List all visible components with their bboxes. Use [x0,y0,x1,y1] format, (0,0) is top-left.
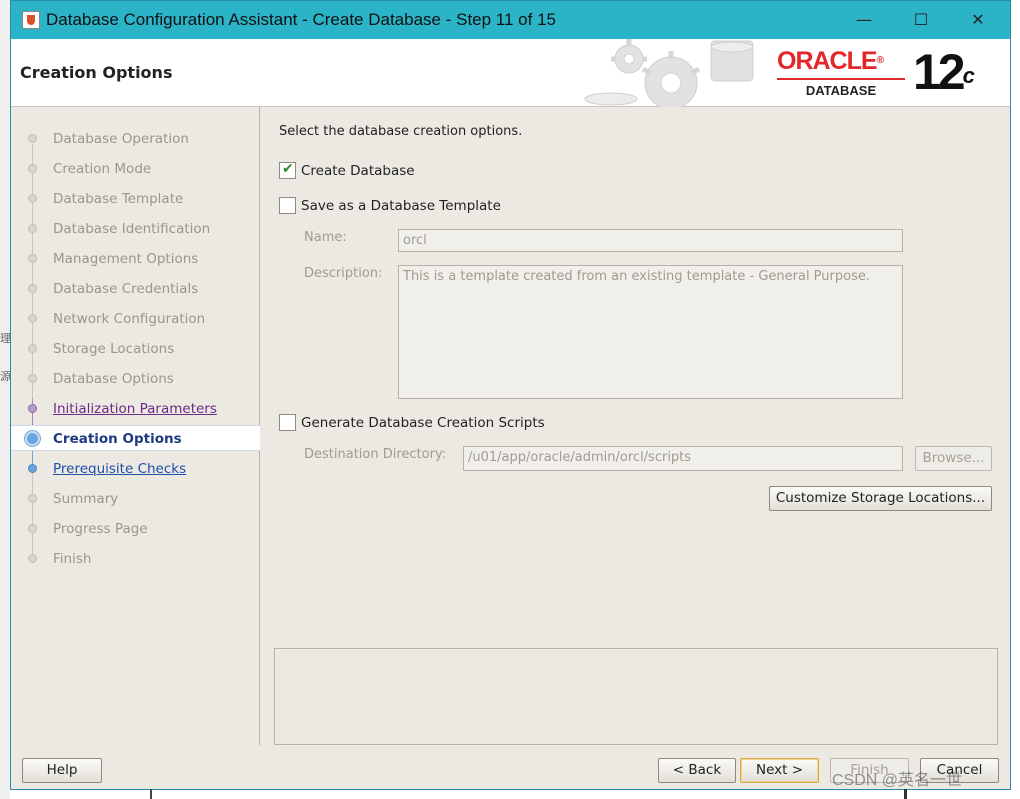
destination-directory-label: Destination Directory: [304,447,447,462]
checkbox-box[interactable]: ✔ [279,161,296,179]
step-bullet-icon [28,314,37,323]
background-window-edge [150,789,910,799]
generate-scripts-checkbox[interactable]: Generate Database Creation Scripts [279,414,579,434]
step-label: Prerequisite Checks [53,461,187,477]
step-label: Finish [53,551,92,567]
step-label: Creation Options [53,431,182,447]
customize-storage-locations-button[interactable]: Customize Storage Locations... [769,486,992,511]
step-bullet-icon [28,464,37,473]
checkbox-label: Create Database [301,163,415,179]
name-label: Name: [304,230,347,245]
registered-mark: ® [876,55,884,66]
description-label: Description: [304,266,383,281]
title-bar[interactable]: Database Configuration Assistant - Creat… [11,1,1010,39]
desktop-fragment: 理 [0,332,10,345]
step-label: Storage Locations [53,341,175,357]
step-bullet-icon [28,554,37,563]
step-label: Summary [53,491,119,507]
oracle-wordmark: ORACLE [777,47,878,75]
page-header: Creation Options ORACLE® DATABASE 12c [11,39,1010,107]
step-label: Progress Page [53,521,148,537]
version-suffix: c [962,63,975,88]
content-panel: Select the database creation options. ✔ … [261,107,1010,745]
desktop-background [0,0,10,799]
template-name-field[interactable]: orcl [398,229,903,252]
csdn-watermark: CSDN @英名一世 [832,772,963,789]
instruction-text: Select the database creation options. [279,124,523,139]
help-button[interactable]: Help [22,758,102,783]
browse-button[interactable]: Browse... [915,446,992,471]
template-description-textarea[interactable]: This is a template created from an exist… [398,265,903,399]
step-storage-locations: Storage Locations [11,336,260,362]
oracle-logo: ORACLE® DATABASE [777,47,905,98]
step-creation-mode: Creation Mode [11,156,260,182]
java-app-icon [22,11,40,29]
step-bullet-icon [28,494,37,503]
step-label: Database Identification [53,221,211,237]
checkbox-box[interactable] [279,414,296,431]
checkbox-label: Save as a Database Template [301,198,501,214]
oracle-version: 12c [913,43,975,101]
step-label: Initialization Parameters [53,401,217,417]
page-title: Creation Options [20,63,173,82]
step-finish: Finish [11,546,260,572]
step-initialization-parameters[interactable]: Initialization Parameters [11,396,260,422]
checkbox-label: Generate Database Creation Scripts [301,415,545,431]
minimize-button[interactable]: — [841,7,887,33]
step-label: Management Options [53,251,199,267]
step-bullet-icon [28,404,37,413]
step-bullet-icon [28,164,37,173]
step-summary: Summary [11,486,260,512]
step-label: Database Options [53,371,174,387]
maximize-button[interactable]: ☐ [898,7,944,33]
step-bullet-icon [28,374,37,383]
step-label: Database Operation [53,131,189,147]
step-label: Network Configuration [53,311,206,327]
destination-directory-field[interactable]: /u01/app/oracle/admin/orcl/scripts [463,446,903,471]
step-bullet-icon [28,344,37,353]
step-database-credentials: Database Credentials [11,276,260,302]
step-bullet-icon [28,284,37,293]
step-bullet-icon [28,134,37,143]
step-bullet-icon [28,524,37,533]
step-database-identification: Database Identification [11,216,260,242]
step-label: Creation Mode [53,161,152,177]
step-prerequisite-checks[interactable]: Prerequisite Checks [11,456,260,482]
close-button[interactable]: ✕ [955,7,1001,33]
step-database-operation: Database Operation [11,126,260,152]
step-bullet-icon [28,254,37,263]
gears-graphic-icon [584,39,754,107]
step-progress-page: Progress Page [11,516,260,542]
desktop-fragment: 源 [0,370,10,383]
back-button[interactable]: < Back [658,758,736,783]
step-database-options: Database Options [11,366,260,392]
window-title: Database Configuration Assistant - Creat… [46,10,556,29]
dbca-window: Database Configuration Assistant - Creat… [10,0,1011,790]
step-bullet-icon [28,194,37,203]
save-template-checkbox[interactable]: Save as a Database Template [279,197,539,217]
step-management-options: Management Options [11,246,260,272]
step-bullet-icon [28,224,37,233]
oracle-database-label: DATABASE [777,78,905,98]
current-step-icon [25,431,40,446]
background-window-edge [904,789,907,799]
step-network-configuration: Network Configuration [11,306,260,332]
step-creation-options: Creation Options [11,425,260,451]
checkbox-box[interactable] [279,197,296,214]
create-database-checkbox[interactable]: ✔ Create Database [279,161,479,182]
next-button[interactable]: Next > [740,758,819,783]
version-number: 12 [913,44,966,100]
step-database-template: Database Template [11,186,260,212]
message-area [274,648,998,745]
checkmark-icon: ✔ [282,161,294,177]
step-label: Database Template [53,191,184,207]
steps-panel: Database Operation Creation Mode Databas… [11,107,260,745]
step-label: Database Credentials [53,281,199,297]
